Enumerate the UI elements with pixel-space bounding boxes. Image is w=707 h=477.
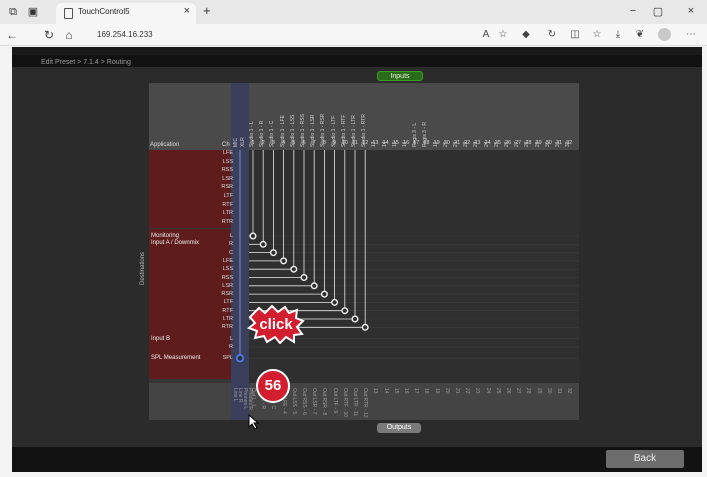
breadcrumb: Edit Preset > 7.1.4 > Routing [41,59,131,66]
tab-close-icon[interactable]: × [184,5,190,17]
touchcontrol-app: Edit Preset > 7.1.4 > Routing Back Input… [12,47,702,472]
downloads-icon[interactable]: ⤓ [611,28,625,42]
minimize-button[interactable]: − [626,5,640,17]
refresh-extension-icon[interactable]: ↻ [545,28,559,42]
route-node[interactable] [259,240,267,248]
maximize-button[interactable]: ▢ [651,5,665,18]
click-badge-icon: click [247,304,305,344]
close-window-button[interactable]: × [684,5,698,17]
back-button[interactable]: Back [606,450,684,468]
spl-route-node[interactable] [235,354,245,363]
step-number-badge: 56 [256,369,290,403]
browser-window: ⧉ ▣ TouchControl5 × + − ▢ × ← ↻ ⌂ 169.25… [0,0,707,477]
address-bar: ← ↻ ⌂ 169.254.16.233 A ☆ ◆ ↻ ◫ ☆ ⤓ ❦ ⋯ [0,24,707,46]
outputs-tab[interactable]: Outputs [377,423,421,433]
mouse-cursor-icon [248,414,260,430]
profile-avatar[interactable] [658,28,671,41]
route-node[interactable] [310,282,318,290]
app-footer [12,447,702,472]
route-node[interactable] [351,315,359,323]
route-node[interactable] [280,257,288,265]
route-node[interactable] [290,265,298,273]
destinations-label: Destinations [140,251,146,285]
click-label: click [259,316,293,333]
favorites-icon[interactable]: ☆ [590,28,604,42]
route-connections [235,150,579,363]
tab-actions-icon[interactable]: ▣ [26,5,40,19]
refresh-icon[interactable]: ↻ [42,28,56,42]
route-node[interactable] [331,298,339,306]
back-icon[interactable]: ← [5,28,19,42]
favorite-star-icon[interactable]: ☆ [496,28,510,42]
extension-icon[interactable]: ◆ [519,28,533,42]
tab-title: TouchControl5 [78,7,130,16]
split-screen-icon[interactable]: ◫ [568,28,582,42]
title-bar: ⧉ ▣ TouchControl5 × + − ▢ × [0,0,707,24]
route-node[interactable] [361,323,369,331]
tab-touchcontrol5[interactable]: TouchControl5 × [56,3,196,24]
read-aloud-icon[interactable]: A [479,28,493,42]
home-icon[interactable]: ⌂ [62,28,76,42]
route-node[interactable] [320,290,328,298]
url-field[interactable]: 169.254.16.233 [97,30,153,39]
page-icon [64,8,73,19]
route-node[interactable] [300,273,308,281]
collections-icon[interactable]: ❦ [633,28,647,42]
route-node[interactable] [269,249,277,257]
new-tab-button[interactable]: + [203,3,211,18]
workspaces-icon[interactable]: ⧉ [6,5,20,19]
inputs-tab[interactable]: Inputs [377,71,423,81]
route-node[interactable] [341,307,349,315]
route-node[interactable] [249,232,257,240]
more-menu-icon[interactable]: ⋯ [684,28,698,42]
